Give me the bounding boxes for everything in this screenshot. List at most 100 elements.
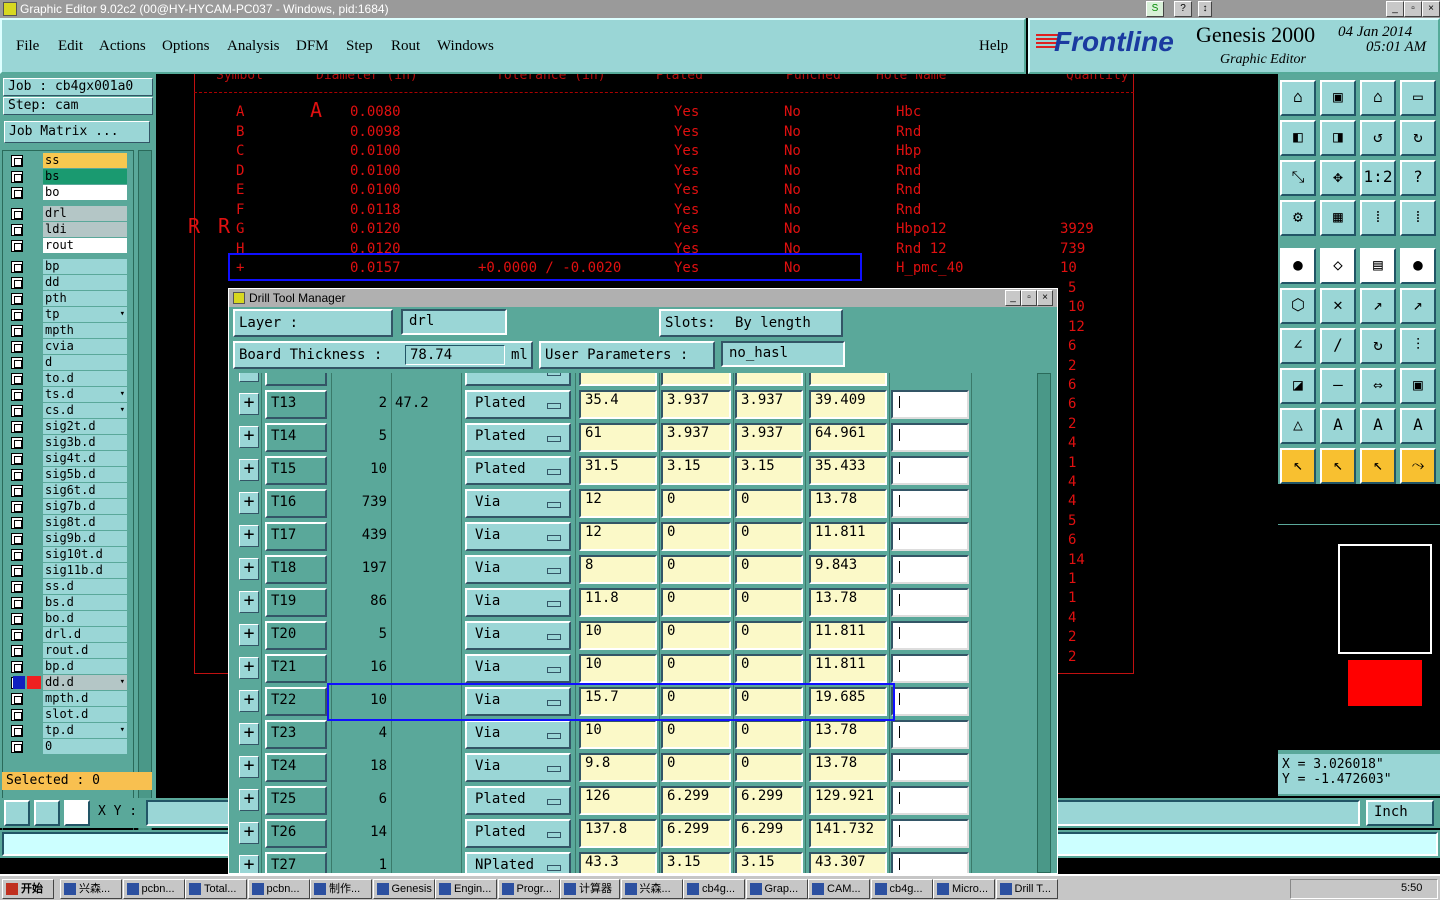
tool-drill-size-input[interactable]: 11.811 [809,621,887,650]
tool-tol-plus-input[interactable]: 0 [661,588,731,617]
tool-tol-plus-input[interactable]: 0 [661,555,731,584]
tool-name-button[interactable]: T13 [265,390,327,419]
tool-size-input[interactable]: 35.4 [579,390,657,419]
tool-name-button[interactable]: T18 [265,555,327,584]
layer-checkbox[interactable] [11,565,23,577]
tool-icon[interactable]: A [1360,408,1396,444]
layer-checkbox[interactable] [11,437,23,449]
tool-tol-plus-input[interactable]: 3.937 [661,423,731,452]
zoom-icon[interactable] [4,800,30,826]
layer-row[interactable]: sig6t.d [9,483,127,498]
units-select[interactable]: Inch [1366,800,1434,826]
tool-name-button[interactable]: T23 [265,720,327,749]
tool-name-button[interactable]: T16 [265,489,327,518]
layer-row[interactable]: drl [9,206,127,221]
dialog-titlebar[interactable]: Drill Tool Manager _ ▫ × [229,289,1057,307]
layer-checkbox[interactable] [11,485,23,497]
tool-tol-minus-input[interactable]: 0 [735,621,803,650]
job-matrix-button[interactable]: Job Matrix ... [4,121,150,143]
task-button[interactable]: 制作... [310,879,372,899]
task-button[interactable]: 兴森... [620,879,683,899]
tool-tol-minus-input[interactable]: 6.299 [735,819,803,848]
tool-type-select[interactable]: Plated [465,390,571,419]
tool-drill-size-input[interactable]: 11.811 [809,522,887,551]
user-parameters-button[interactable]: User Parameters : [539,341,715,369]
tool-type-select[interactable]: NPlated [465,852,571,873]
layer-row[interactable]: rout.d [9,643,127,658]
tool-tol-minus-input[interactable]: 0 [735,522,803,551]
tool-icon[interactable]: ● [1400,248,1436,284]
tool-icon[interactable]: ◪ [1280,368,1316,404]
tool-size-input[interactable]: 15.7 [579,687,657,716]
task-button[interactable]: cb4g... [870,879,933,899]
tool-icon[interactable]: ▤ [1360,248,1396,284]
tool-icon[interactable]: ● [1280,248,1316,284]
tool-type-select[interactable]: Via [465,621,571,650]
layer-checkbox[interactable] [11,325,23,337]
layer-row[interactable]: ts.d [9,387,127,402]
layer-checkbox[interactable] [11,277,23,289]
overview-viewport[interactable] [1338,544,1432,654]
s-icon[interactable]: S [1146,1,1164,17]
layer-row[interactable]: cvia [9,339,127,354]
tool-tol-plus-input[interactable]: 0 [661,654,731,683]
cell-d4[interactable] [809,373,887,386]
tool-icon[interactable]: ⌂ [1360,80,1396,116]
tool-size-input[interactable]: 137.8 [579,819,657,848]
expand-icon[interactable]: + [239,723,259,745]
expand-icon[interactable]: + [239,525,259,547]
task-button[interactable]: Total... [185,879,247,899]
tool-icon[interactable]: 1:2 [1360,160,1396,196]
tool-drill-size-input[interactable]: 13.78 [809,753,887,782]
layer-checkbox[interactable] [11,224,23,236]
layer-row[interactable]: ss [9,153,127,168]
tool-icon[interactable]: ◇ [1320,248,1356,284]
tool-size-input[interactable]: 9.8 [579,753,657,782]
layer-checkbox[interactable] [11,533,23,545]
layer-checkbox[interactable] [11,453,23,465]
expand-icon[interactable]: + [239,822,259,844]
tool-drill-size-input[interactable]: 13.78 [809,489,887,518]
layer-row[interactable]: sig7b.d [9,499,127,514]
tool-tol-plus-input[interactable]: 0 [661,720,731,749]
tool-extra-input[interactable] [891,786,969,815]
tool-type-select[interactable]: Via [465,489,571,518]
tool-icon[interactable]: ▣ [1400,368,1436,404]
expand-icon[interactable]: + [239,558,259,580]
layer-checkbox[interactable] [11,240,23,252]
tool-drill-size-input[interactable]: 64.961 [809,423,887,452]
tool-drill-size-input[interactable]: 129.921 [809,786,887,815]
menu-options[interactable]: Options [162,38,210,55]
tool-tol-minus-input[interactable]: 0 [735,555,803,584]
tool-type-select[interactable]: Via [465,588,571,617]
layer-row[interactable]: sig5b.d [9,467,127,482]
layer-row[interactable]: sig8t.d [9,515,127,530]
tool-type-select[interactable]: Via [465,687,571,716]
layer-row[interactable]: pth [9,291,127,306]
layer-row[interactable]: bo.d [9,611,127,626]
tool-size-input[interactable]: 12 [579,522,657,551]
menu-edit[interactable]: Edit [58,38,83,55]
tool-extra-input[interactable] [891,687,969,716]
expand-icon[interactable]: + [239,492,259,514]
tool-icon[interactable]: ↗ [1360,288,1396,324]
layer-row[interactable]: d [9,355,127,370]
tool-tol-minus-input[interactable]: 0 [735,720,803,749]
layer-checkbox[interactable] [11,187,23,199]
task-button[interactable]: Progr... [497,879,560,899]
tool-size-input[interactable]: 10 [579,654,657,683]
layer-row[interactable]: sig10t.d [9,547,127,562]
tool-tol-plus-input[interactable]: 0 [661,489,731,518]
tool-table-scrollbar[interactable] [1037,373,1051,873]
tool-icon[interactable]: △ [1280,408,1316,444]
layer-scrollbar[interactable] [138,150,152,842]
tool-name-button[interactable]: T21 [265,654,327,683]
layer-checkbox[interactable] [11,629,23,641]
tool-drill-size-input[interactable]: 13.78 [809,588,887,617]
tool-size-input[interactable]: 31.5 [579,456,657,485]
tool-icon[interactable]: ↖ [1360,448,1396,484]
tool-icon[interactable]: ⚙ [1280,200,1316,236]
tool-icon[interactable]: ⌂ [1280,80,1316,116]
task-button[interactable]: 兴森... [60,879,122,899]
expand-icon[interactable]: + [239,657,259,679]
